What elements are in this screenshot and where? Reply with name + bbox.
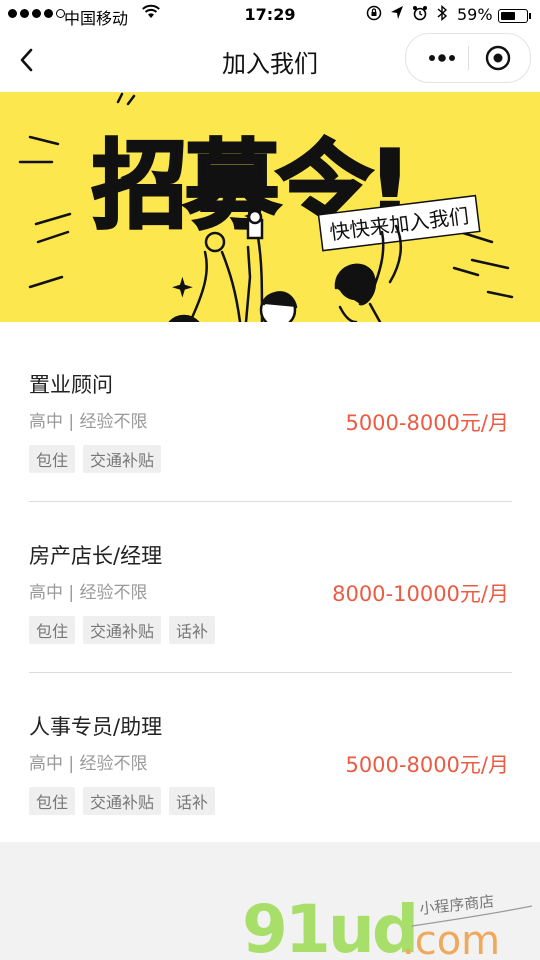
job-tag: 包住	[29, 445, 76, 473]
job-tags: 包住 交通补贴 话补	[29, 787, 216, 815]
watermark-logo: 91ud .com 小程序商店	[242, 891, 533, 960]
job-tag: 包住	[29, 616, 76, 644]
navigation-bar: 加入我们	[0, 30, 540, 92]
location-arrow-icon	[390, 5, 404, 25]
capsule-divider	[468, 46, 469, 70]
banner-illustration: 招募令! 快快来加入我们	[18, 92, 514, 322]
divider	[29, 501, 512, 502]
watermark-domain: .com	[402, 918, 500, 960]
job-tag: 话补	[169, 616, 216, 644]
watermark-brand: 91ud	[242, 891, 416, 960]
recruitment-banner: 招募令! 快快来加入我们	[0, 92, 540, 322]
job-requirements: 高中 | 经验不限	[29, 754, 148, 774]
battery-icon	[498, 9, 531, 23]
job-title: 房产店长/经理	[29, 544, 163, 568]
job-salary: 5000-8000元/月	[345, 753, 509, 777]
job-tag: 话补	[169, 787, 216, 815]
rotation-lock-icon	[366, 5, 382, 25]
mini-program-capsule	[405, 33, 531, 83]
status-bar: 中国移动 17:29 59%	[0, 0, 540, 30]
job-title: 人事专员/助理	[29, 715, 163, 739]
close-button[interactable]	[484, 44, 512, 72]
job-tags: 包住 交通补贴 话补	[29, 616, 216, 644]
divider	[29, 672, 512, 673]
battery-percentage: 59%	[457, 5, 493, 24]
job-requirements: 高中 | 经验不限	[29, 583, 148, 603]
more-dots-icon	[429, 54, 455, 62]
watermark-tagline: 小程序商店	[419, 892, 495, 918]
job-salary: 5000-8000元/月	[345, 411, 509, 435]
job-title: 置业顾问	[29, 373, 113, 397]
job-tag: 交通补贴	[83, 787, 162, 815]
job-tag: 交通补贴	[83, 445, 162, 473]
job-tags: 包住 交通补贴	[29, 445, 162, 473]
more-button[interactable]	[420, 46, 464, 70]
job-salary: 8000-10000元/月	[332, 582, 509, 606]
bluetooth-icon	[436, 4, 448, 25]
job-requirements: 高中 | 经验不限	[29, 412, 148, 432]
job-list: 置业顾问 高中 | 经验不限 5000-8000元/月 包住 交通补贴 房产店长…	[0, 322, 540, 842]
close-target-icon	[485, 45, 511, 71]
job-tag: 交通补贴	[83, 616, 162, 644]
job-tag: 包住	[29, 787, 76, 815]
alarm-icon	[412, 5, 428, 25]
